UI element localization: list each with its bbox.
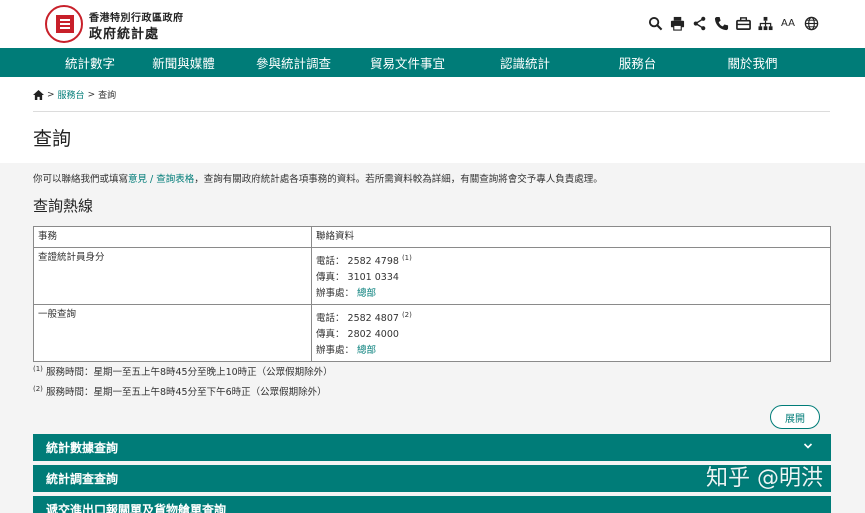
briefcase-icon[interactable]: [735, 14, 751, 32]
task-cell: 一般查詢: [33, 304, 312, 363]
fax-number: 3101 0334: [347, 272, 399, 284]
office-label: 辦事處：: [316, 288, 355, 300]
print-icon[interactable]: [669, 14, 685, 32]
expand-all-button[interactable]: 展開: [770, 405, 820, 429]
breadcrumb-separator: >: [87, 89, 96, 100]
census-dept-logo[interactable]: [45, 5, 83, 43]
accordion-trade-declaration-enquiry[interactable]: 遞交進出口報關單及貨物艙單查詢: [33, 496, 831, 513]
contact-cell: 電話： 2582 4807 (2) 傳真： 2802 4000 辦事處： 總部: [311, 304, 831, 363]
note-text: 服務時間：星期一至五上午8時45分至下午6時正（公眾假期除外）: [45, 387, 327, 399]
table-row: 查證統計員身分 電話： 2582 4798 (1) 傳真： 3101 0334 …: [33, 246, 831, 306]
phone-label: 電話：: [316, 313, 345, 325]
intro-after: ，查詢有關政府統計處各項事務的資料。若所需資料較為詳細，有關查詢將會交予專人負責…: [194, 174, 603, 185]
footnote-mark: (2): [401, 311, 412, 320]
nav-item-service-desk[interactable]: 服務台: [585, 48, 690, 77]
logo-mark-icon: [56, 15, 74, 33]
intro-before: 你可以聯絡我們或填寫: [33, 174, 129, 185]
org-name-line2[interactable]: 政府統計處: [89, 23, 159, 42]
phone-number: 2582 4798: [347, 256, 399, 268]
table-row: 一般查詢 電話： 2582 4807 (2) 傳真： 2802 4000 辦事處…: [33, 304, 831, 363]
office-link[interactable]: 總部: [357, 345, 376, 356]
page-title: 查詢: [33, 128, 72, 150]
chevron-down-icon: [803, 443, 813, 449]
font-size-label: AA: [781, 17, 795, 29]
phone-icon[interactable]: [713, 14, 729, 32]
search-icon[interactable]: [647, 14, 663, 32]
column-header-contact: 聯絡資料: [311, 226, 831, 248]
note-item: (1) 服務時間：星期一至五上午8時45分至晚上10時正（公眾假期除外）: [33, 361, 333, 381]
breadcrumb-current: 查詢: [98, 91, 117, 101]
accordion-label: 遞交進出口報關單及貨物艙單查詢: [46, 503, 227, 513]
office-label: 辦事處：: [316, 345, 355, 357]
intro-text: 你可以聯絡我們或填寫意見 / 查詢表格，查詢有關政府統計處各項事務的資料。若所需…: [33, 171, 603, 185]
nav-item-about-us[interactable]: 關於我們: [690, 48, 815, 77]
org-name-line1: 香港特別行政區政府: [89, 13, 184, 24]
fax-label: 傳真：: [316, 329, 345, 341]
phone-number: 2582 4807: [347, 313, 399, 325]
note-text: 服務時間：星期一至五上午8時45分至晚上10時正（公眾假期除外）: [45, 367, 333, 379]
note-mark: (2): [33, 385, 43, 394]
hotline-section-title: 查詢熱線: [33, 197, 94, 215]
nav-item-trade-documents[interactable]: 貿易文件事宜: [350, 48, 465, 77]
sitemap-icon[interactable]: [757, 14, 773, 32]
nav-item-surveys[interactable]: 參與統計調查: [237, 48, 350, 77]
globe-icon[interactable]: [803, 14, 819, 32]
divider: [33, 111, 830, 112]
nav-item-news[interactable]: 新聞與媒體: [130, 48, 237, 77]
header-tools: AA: [647, 14, 819, 32]
contact-cell: 電話： 2582 4798 (1) 傳真： 3101 0334 辦事處： 總部: [311, 246, 831, 306]
office-link[interactable]: 總部: [357, 288, 376, 299]
main-nav: 統計數字 新聞與媒體 參與統計調查 貿易文件事宜 認識統計 服務台 關於我們: [0, 48, 865, 77]
breadcrumb-service-desk[interactable]: 服務台: [58, 88, 85, 101]
task-cell: 查證統計員身分: [33, 246, 312, 306]
home-icon[interactable]: [33, 89, 44, 100]
fax-label: 傳真：: [316, 272, 345, 284]
accordion-statistics-enquiry[interactable]: 統計數據查詢: [33, 434, 831, 461]
fax-number: 2802 4000: [347, 329, 399, 341]
note-item: (2) 服務時間：星期一至五上午8時45分至下午6時正（公眾假期除外）: [33, 381, 333, 401]
breadcrumb-separator: >: [47, 89, 55, 100]
site-header: 香港特別行政區政府 政府統計處 AA: [0, 0, 865, 48]
hotline-table: 事務 聯絡資料 查證統計員身分 電話： 2582 4798 (1) 傳真： 31…: [33, 226, 831, 363]
phone-label: 電話：: [316, 256, 345, 268]
accordion-label: 統計調查查詢: [46, 472, 119, 486]
font-size-icon[interactable]: AA: [779, 14, 797, 32]
watermark: 知乎 @明洪: [706, 466, 823, 491]
share-icon[interactable]: [691, 14, 707, 32]
feedback-form-link[interactable]: 意見 / 查詢表格: [128, 174, 194, 185]
column-header-task: 事務: [33, 226, 312, 248]
service-hours-notes: (1) 服務時間：星期一至五上午8時45分至晚上10時正（公眾假期除外） (2)…: [33, 361, 333, 401]
table-header-row: 事務 聯絡資料: [33, 226, 831, 248]
breadcrumb: > 服務台 > 查詢: [33, 88, 116, 101]
accordion-label: 統計數據查詢: [46, 441, 119, 455]
note-mark: (1): [33, 365, 43, 373]
footnote-mark: (1): [401, 254, 412, 262]
nav-item-learn-statistics[interactable]: 認識統計: [465, 48, 585, 77]
